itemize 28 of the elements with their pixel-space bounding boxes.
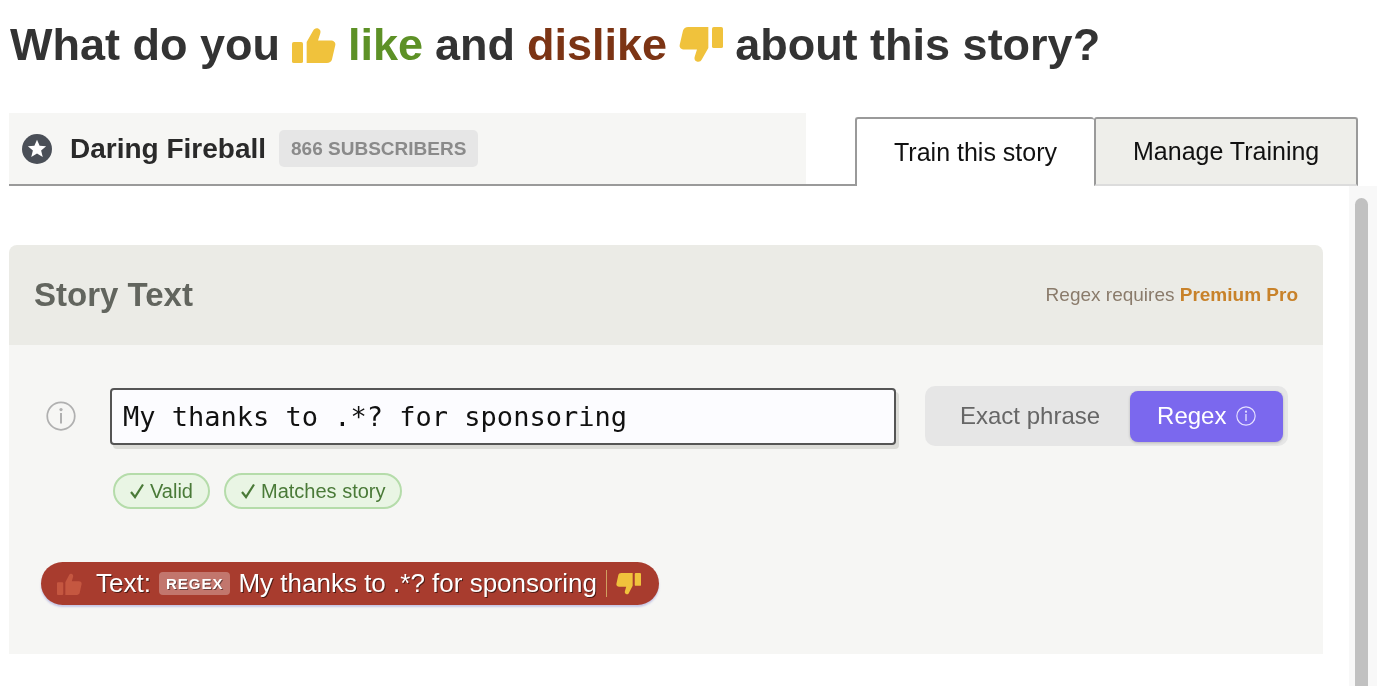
feed-title: Daring Fireball bbox=[70, 132, 267, 165]
tab[interactable]: Manage Training bbox=[1094, 117, 1359, 186]
classifier-pill[interactable]: Text: REGEX My thanks to .*? for sponsoring bbox=[41, 562, 659, 605]
scrollbar-thumb[interactable] bbox=[1355, 198, 1368, 686]
thumbs-up-icon bbox=[291, 27, 336, 63]
subscriber-count: 866 SUBSCRIBERS bbox=[279, 130, 479, 167]
chip-label: Valid bbox=[150, 479, 193, 503]
info-icon bbox=[46, 401, 76, 431]
mode-option[interactable]: Exact phrase bbox=[930, 390, 1131, 442]
check-icon bbox=[241, 483, 255, 499]
mode-option[interactable]: Regex bbox=[1130, 390, 1284, 442]
heading-text: and bbox=[435, 18, 516, 72]
heading-text: What do you bbox=[10, 18, 280, 72]
info-icon bbox=[1236, 406, 1257, 426]
classifier-label: Text: bbox=[96, 568, 151, 599]
heading-text: about this story? bbox=[735, 18, 1101, 72]
like-label: like bbox=[347, 18, 424, 72]
chip-label: Matches story bbox=[261, 479, 386, 503]
regex-badge: REGEX bbox=[158, 572, 231, 595]
check-icon bbox=[130, 483, 144, 499]
tab[interactable]: Train this story bbox=[855, 117, 1094, 186]
scrollbar-track[interactable] bbox=[1349, 186, 1377, 686]
classifier-value: My thanks to .*? for sponsoring bbox=[238, 568, 597, 599]
dislike-label: dislike bbox=[527, 18, 668, 72]
section-title: Story Text bbox=[34, 276, 193, 314]
premium-note: Regex requires Premium Pro bbox=[1045, 284, 1298, 306]
thumbs-down-icon bbox=[679, 27, 724, 63]
regex-input[interactable]: My thanks to .*? for sponsoring bbox=[110, 387, 896, 445]
